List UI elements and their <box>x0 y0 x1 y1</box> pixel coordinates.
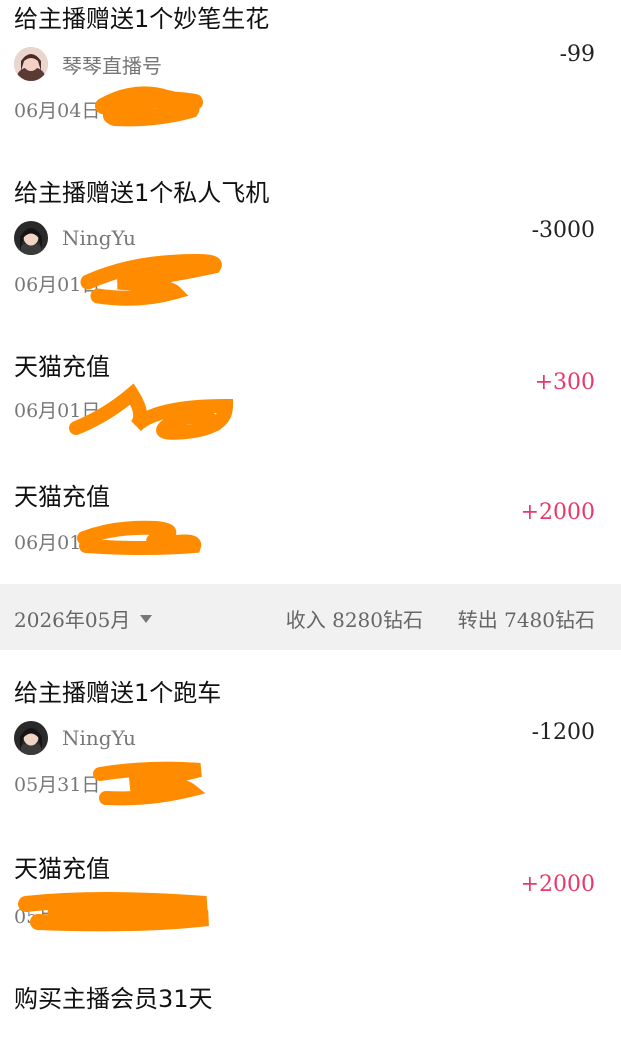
transaction-date: 05月 <box>14 906 58 928</box>
redaction-scribble <box>93 761 206 806</box>
transaction-title: 给主播赠送1个跑车 <box>14 679 222 707</box>
transaction-amount: -1200 <box>531 720 595 745</box>
month-label[interactable]: 2026年05月 <box>14 604 130 633</box>
transaction-amount: -3000 <box>531 218 595 243</box>
transaction-item[interactable]: 给主播赠送1个妙笔生花 琴琴直播号 06月04日 -99 <box>0 2 621 162</box>
redaction-scribble <box>95 86 203 127</box>
redaction-scribble <box>80 254 222 306</box>
month-totals: 收入 8280钻石 转出 7480钻石 <box>286 604 595 633</box>
username[interactable]: NingYu <box>62 226 136 250</box>
income-value: 8280钻石 <box>332 608 424 632</box>
transaction-title: 天猫充值 <box>14 483 110 511</box>
transaction-date: 06月01日 <box>14 400 101 422</box>
transaction-title: 给主播赠送1个私人飞机 <box>14 179 270 207</box>
username[interactable]: NingYu <box>62 726 136 750</box>
avatar[interactable] <box>14 221 48 255</box>
transaction-item[interactable]: 购买主播会员31天 <box>0 982 621 1049</box>
transaction-title: 购买主播会员31天 <box>14 985 213 1013</box>
transaction-date: 06月04日 <box>14 100 101 122</box>
transaction-date: 05月31日 <box>14 774 101 796</box>
transaction-amount: +300 <box>534 370 595 395</box>
transaction-item[interactable]: 给主播赠送1个跑车 NingYu 05月31日 -1200 <box>0 676 621 836</box>
out-value: 7480钻石 <box>504 608 595 632</box>
income-label: 收入 <box>285 608 326 632</box>
transaction-amount: +2000 <box>520 500 595 525</box>
month-selector[interactable]: 2026年05月 <box>14 604 153 633</box>
transaction-amount: +2000 <box>520 872 595 897</box>
transaction-user[interactable]: NingYu <box>14 720 136 756</box>
transaction-amount: -99 <box>559 42 595 67</box>
transaction-item[interactable]: 给主播赠送1个私人飞机 NingYu 06月01日 -3000 <box>0 176 621 336</box>
out-label: 转出 <box>457 608 498 632</box>
month-summary-bar: 2026年05月 收入 8280钻石 转出 7480钻石 <box>0 584 621 650</box>
transaction-date: 06月01日 <box>14 274 101 296</box>
transaction-title: 天猫充值 <box>14 855 110 883</box>
transaction-user[interactable]: 琴琴直播号 <box>14 46 162 82</box>
caret-down-icon[interactable] <box>140 614 153 623</box>
avatar[interactable] <box>14 721 48 755</box>
avatar[interactable] <box>14 47 48 81</box>
username[interactable]: 琴琴直播号 <box>62 50 162 79</box>
transaction-title: 天猫充值 <box>14 353 110 381</box>
transaction-user[interactable]: NingYu <box>14 220 136 256</box>
transaction-date: 06月01日 <box>14 532 101 554</box>
transaction-title: 给主播赠送1个妙笔生花 <box>14 5 270 33</box>
